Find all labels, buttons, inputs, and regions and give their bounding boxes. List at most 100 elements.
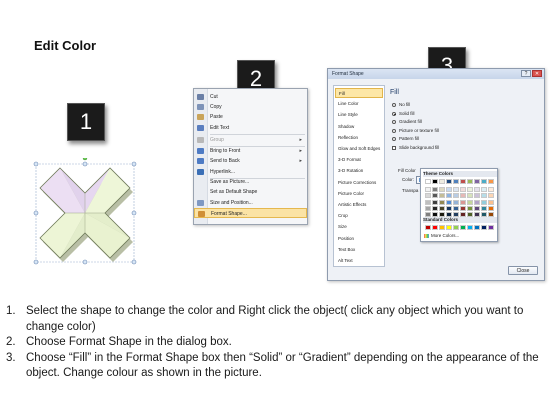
- nav-item-3-d-rotation[interactable]: 3-D Rotation: [335, 166, 383, 176]
- nav-item-picture-corrections[interactable]: Picture Corrections: [335, 178, 383, 188]
- nav-item-3-d-format[interactable]: 3-D Format: [335, 155, 383, 165]
- option-no-fill[interactable]: No fill: [392, 102, 410, 108]
- color-swatch[interactable]: [488, 193, 494, 199]
- color-swatch[interactable]: [481, 205, 487, 211]
- menu-item-send-to-back[interactable]: Send to Back ▸: [194, 156, 307, 166]
- nav-item-line-style[interactable]: Line Style: [335, 110, 383, 120]
- color-swatch[interactable]: [467, 187, 473, 193]
- standard-color-swatch[interactable]: [453, 225, 459, 230]
- color-swatch[interactable]: [460, 187, 466, 193]
- close-icon[interactable]: ✕: [532, 70, 542, 77]
- color-swatch[interactable]: [453, 193, 459, 199]
- color-swatch[interactable]: [481, 199, 487, 205]
- color-swatch[interactable]: [425, 199, 431, 205]
- color-swatch[interactable]: [432, 205, 438, 211]
- color-swatch[interactable]: [481, 187, 487, 193]
- color-swatch[interactable]: [474, 193, 480, 199]
- color-swatch[interactable]: [467, 199, 473, 205]
- nav-item-line-color[interactable]: Line Color: [335, 99, 383, 109]
- color-swatch[interactable]: [481, 193, 487, 199]
- nav-item-glow-and-soft-edges[interactable]: Glow and Soft Edges: [335, 144, 383, 154]
- color-swatch[interactable]: [488, 187, 494, 193]
- color-swatch[interactable]: [432, 187, 438, 193]
- standard-color-swatch[interactable]: [488, 225, 494, 230]
- menu-item-hyperlink[interactable]: Hyperlink...: [194, 167, 307, 177]
- color-swatch[interactable]: [432, 179, 438, 184]
- menu-item-cut[interactable]: Cut: [194, 92, 307, 102]
- option-gradient-fill[interactable]: Gradient fill: [392, 119, 422, 125]
- standard-color-swatch[interactable]: [446, 225, 452, 230]
- nav-item-artistic-effects[interactable]: Artistic Effects: [335, 200, 383, 210]
- color-swatch[interactable]: [425, 187, 431, 193]
- standard-color-swatch[interactable]: [460, 225, 466, 230]
- color-swatch[interactable]: [446, 205, 452, 211]
- standard-color-swatch[interactable]: [474, 225, 480, 230]
- radio-button[interactable]: [392, 111, 396, 116]
- color-swatch[interactable]: [460, 193, 466, 199]
- more-colors-item[interactable]: More Colors...: [423, 233, 459, 239]
- color-swatch[interactable]: [488, 199, 494, 205]
- option-solid-fill[interactable]: Solid fill: [392, 111, 415, 117]
- standard-color-swatch[interactable]: [432, 225, 438, 230]
- color-swatch[interactable]: [425, 179, 431, 184]
- color-swatch[interactable]: [453, 199, 459, 205]
- nav-item-alt-text[interactable]: Alt Text: [335, 256, 383, 266]
- color-swatch[interactable]: [439, 199, 445, 205]
- standard-color-swatch[interactable]: [439, 225, 445, 230]
- help-button[interactable]: ?: [521, 70, 531, 77]
- color-swatch[interactable]: [488, 205, 494, 211]
- color-swatch[interactable]: [460, 199, 466, 205]
- color-swatch[interactable]: [460, 205, 466, 211]
- color-swatch[interactable]: [467, 205, 473, 211]
- option-picture-or-texture-fill[interactable]: Picture or texture fill: [392, 128, 439, 134]
- nav-item-size[interactable]: Size: [335, 222, 383, 232]
- color-swatch[interactable]: [467, 179, 473, 184]
- color-swatch[interactable]: [446, 179, 452, 184]
- color-swatch[interactable]: [474, 187, 480, 193]
- color-swatch[interactable]: [425, 193, 431, 199]
- menu-item-edit-text[interactable]: Edit Text: [194, 123, 307, 133]
- menu-item-set-as-default-shape[interactable]: Set as Default Shape: [194, 187, 307, 197]
- color-swatch[interactable]: [467, 193, 473, 199]
- nav-item-picture-color[interactable]: Picture Color: [335, 189, 383, 199]
- standard-color-swatch[interactable]: [481, 225, 487, 230]
- color-swatch[interactable]: [446, 199, 452, 205]
- menu-item-bring-to-front[interactable]: Bring to Front ▸: [194, 146, 307, 156]
- radio-button[interactable]: [392, 137, 396, 141]
- color-swatch[interactable]: [474, 205, 480, 211]
- color-swatch[interactable]: [446, 193, 452, 199]
- menu-item-format-shape[interactable]: Format Shape...: [194, 208, 307, 218]
- color-swatch[interactable]: [488, 179, 494, 184]
- nav-item-position[interactable]: Position: [335, 234, 383, 244]
- color-swatch[interactable]: [460, 179, 466, 184]
- color-swatch[interactable]: [439, 205, 445, 211]
- option-pattern-fill[interactable]: Pattern fill: [392, 136, 419, 142]
- color-swatch[interactable]: [439, 179, 445, 184]
- menu-item-copy[interactable]: Copy: [194, 102, 307, 112]
- color-swatch[interactable]: [453, 179, 459, 184]
- color-swatch[interactable]: [453, 187, 459, 193]
- color-swatch[interactable]: [425, 205, 431, 211]
- color-swatch[interactable]: [474, 199, 480, 205]
- color-swatch[interactable]: [432, 193, 438, 199]
- standard-color-swatch[interactable]: [467, 225, 473, 230]
- radio-button[interactable]: [392, 120, 396, 124]
- menu-item-size-and-position[interactable]: Size and Position...: [194, 198, 307, 208]
- nav-item-shadow[interactable]: Shadow: [335, 122, 383, 132]
- x-shape[interactable]: [30, 155, 140, 268]
- radio-button[interactable]: [392, 128, 396, 133]
- color-swatch[interactable]: [439, 193, 445, 199]
- menu-item-save-as-picture[interactable]: Save as Picture...: [194, 177, 307, 187]
- color-swatch[interactable]: [481, 179, 487, 184]
- close-button[interactable]: Close: [508, 266, 538, 275]
- menu-item-group[interactable]: Group ▸: [194, 135, 307, 145]
- menu-item-paste[interactable]: Paste: [194, 112, 307, 122]
- standard-color-swatch[interactable]: [425, 225, 431, 230]
- color-swatch[interactable]: [474, 179, 480, 184]
- option-slide-background-fill[interactable]: Slide background fill: [392, 145, 439, 151]
- checkbox[interactable]: [392, 145, 396, 150]
- nav-item-fill[interactable]: Fill: [335, 88, 383, 98]
- color-swatch[interactable]: [432, 199, 438, 205]
- color-swatch[interactable]: [439, 187, 445, 193]
- color-swatch[interactable]: [446, 187, 452, 193]
